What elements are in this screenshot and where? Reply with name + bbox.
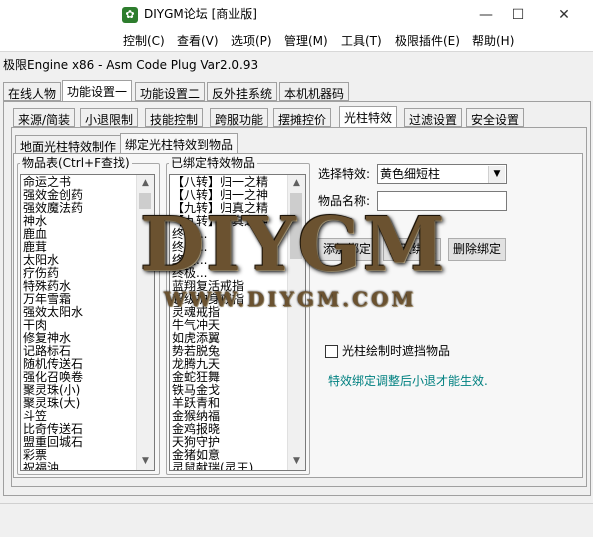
tab-cross-server[interactable]: 跨服功能 — [210, 108, 269, 127]
effect-note: 特效绑定调整后小退才能生效. — [328, 374, 488, 388]
occlude-checkbox-label[interactable]: 光柱绘制时遮挡物品 — [342, 344, 450, 358]
close-button[interactable]: ✕ — [543, 0, 585, 30]
items-group-title: 物品表(Ctrl+F查找) — [20, 156, 132, 170]
items-listbox[interactable]: 命运之书 强效金创药 强效魔法药 神水 鹿血 鹿茸 太阳水 疗伤药 特殊药水 万年雪霜 强效太阳水干… — [20, 174, 155, 471]
select-effect-label: 选择特效: — [318, 167, 371, 181]
tab-bind-effect[interactable]: 绑定光柱特效到物品 — [120, 133, 239, 154]
scroll-up-icon[interactable]: ▲ — [288, 175, 305, 192]
list-item[interactable]: 祝福油 — [23, 462, 83, 471]
tab-machine-code[interactable]: 本机机器码 — [279, 82, 350, 101]
tab-light-effects[interactable]: 光柱特效 — [339, 106, 398, 127]
tab-online-players[interactable]: 在线人物 — [3, 82, 62, 101]
tab-settings-2[interactable]: 功能设置二 — [135, 82, 206, 101]
scroll-thumb[interactable] — [290, 193, 302, 259]
tab-stall-price[interactable]: 摆摊控价 — [273, 108, 332, 127]
tab-source-pack[interactable]: 来源/简装 — [13, 108, 76, 127]
item-name-input[interactable] — [377, 191, 507, 211]
add-binding-button[interactable]: 添加绑定 — [318, 238, 376, 261]
tab-security-settings[interactable]: 安全设置 — [466, 108, 525, 127]
bound-list: 【八转】归一之精 【八转】归一之神 【九转】归真之精 【九转】归真之神 终极... 终极.… — [172, 176, 268, 471]
menu-tools[interactable]: 工具(T) — [341, 34, 382, 48]
modify-binding-button[interactable]: 修改绑定 — [383, 238, 441, 261]
occlude-checkbox[interactable] — [325, 345, 338, 358]
scroll-down-icon[interactable]: ▼ — [288, 453, 305, 470]
tab-filter-settings[interactable]: 过滤设置 — [404, 108, 463, 127]
window-title: DIYGM论坛 [商业版] — [144, 7, 257, 21]
scroll-thumb[interactable] — [139, 193, 151, 209]
delete-binding-button[interactable]: 删除绑定 — [448, 238, 506, 261]
status-bar — [0, 503, 593, 537]
tab-settings-1[interactable]: 功能设置一 — [62, 80, 133, 101]
effect-select-value: 黄色细短柱 — [380, 167, 441, 181]
items-scrollbar[interactable]: ▲ ▼ — [136, 175, 154, 470]
effect-select[interactable]: 黄色细短柱 ▼ — [377, 164, 507, 184]
scroll-up-icon[interactable]: ▲ — [137, 175, 154, 192]
bound-group-title: 已绑定特效物品 — [169, 156, 258, 170]
tab-ground-effect[interactable]: 地面光柱特效制作 — [15, 135, 122, 154]
items-list: 命运之书 强效金创药 强效魔法药 神水 鹿血 鹿茸 太阳水 疗伤药 特殊药水 万年雪霜 强效太阳水干… — [23, 176, 83, 471]
dropdown-arrow-icon[interactable]: ▼ — [488, 166, 505, 183]
tab-anti-cheat[interactable]: 反外挂系统 — [207, 82, 278, 101]
menu-control[interactable]: 控制(C) — [123, 34, 165, 48]
maximize-button[interactable]: ☐ — [497, 0, 539, 30]
tab-relog-limit[interactable]: 小退限制 — [80, 108, 139, 127]
list-item[interactable]: 灵鼠献瑞(灵王) — [172, 462, 268, 471]
item-name-label: 物品名称: — [318, 194, 371, 208]
menu-manage[interactable]: 管理(M) — [284, 34, 328, 48]
bound-scrollbar[interactable]: ▲ ▼ — [287, 175, 305, 470]
menu-options[interactable]: 选项(P) — [231, 34, 272, 48]
app-icon: ✿ — [122, 7, 138, 23]
menu-plugins[interactable]: 极限插件(E) — [395, 34, 460, 48]
tab-skill-control[interactable]: 技能控制 — [145, 108, 204, 127]
engine-title: 极限Engine x86 - Asm Code Plug Var2.0.93 — [3, 58, 259, 72]
scroll-down-icon[interactable]: ▼ — [137, 453, 154, 470]
bound-listbox[interactable]: 【八转】归一之精 【八转】归一之神 【九转】归真之精 【九转】归真之神 终极... 终极.… — [169, 174, 306, 471]
menu-view[interactable]: 查看(V) — [177, 34, 219, 48]
menu-help[interactable]: 帮助(H) — [472, 34, 514, 48]
